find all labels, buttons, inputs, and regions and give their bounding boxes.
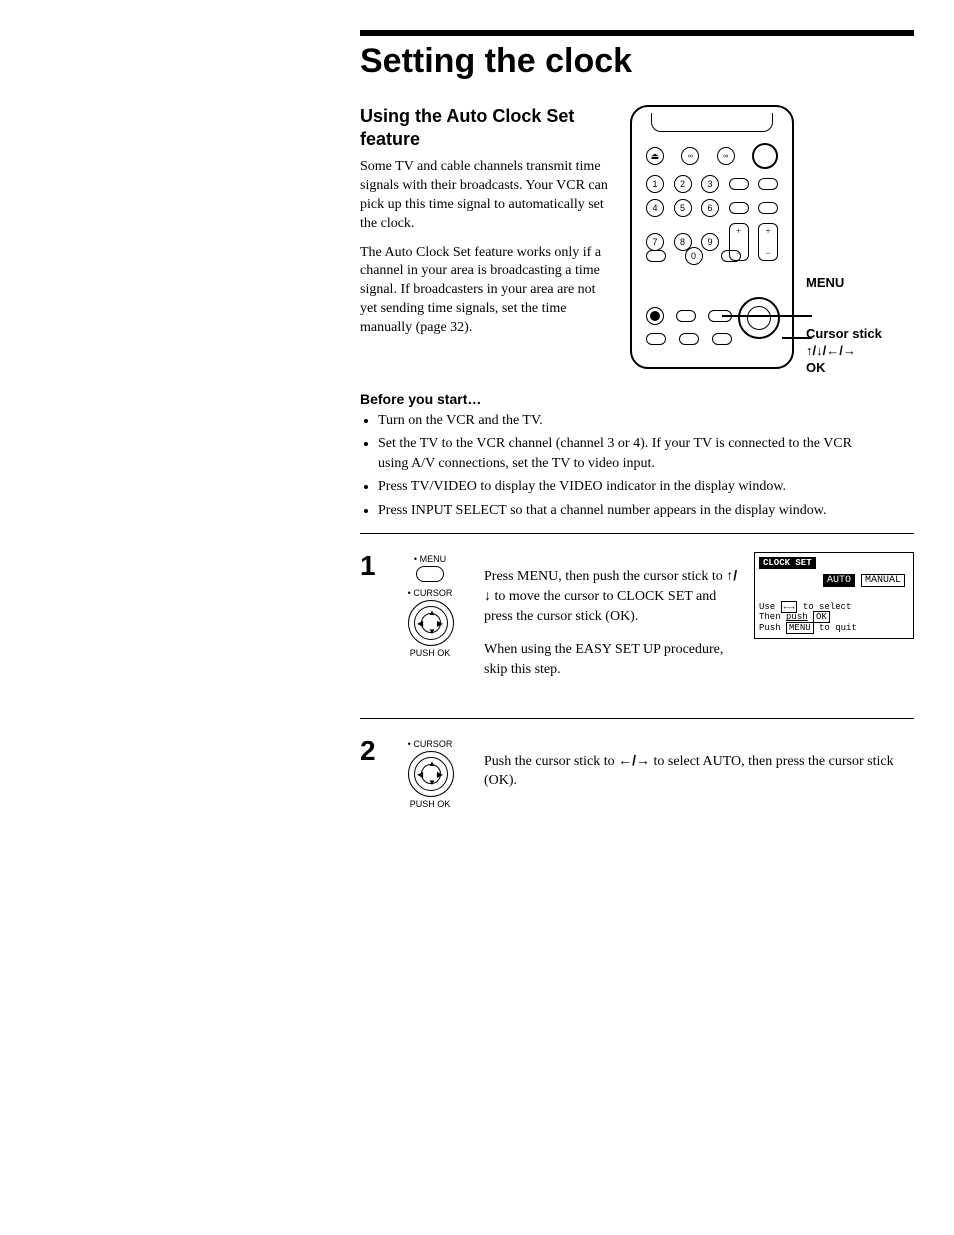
left-right-arrows-icon: ←/→ (618, 752, 650, 768)
step-2: 2 • CURSOR ▲ ▼ ◀ ▶ PUSH OK Push the curs… (360, 729, 914, 821)
menu-icon: MENU (786, 622, 814, 634)
left-right-icon: ←→ (781, 601, 798, 613)
osd-option-auto: AUTO (823, 574, 855, 587)
cursor-stick-icon: ▲ ▼ ◀ ▶ (408, 600, 452, 644)
rec-icon (646, 307, 664, 325)
pill-button (729, 178, 749, 190)
pill-button (676, 310, 696, 322)
step-1: 1 • MENU • CURSOR ▲ ▼ ◀ ▶ PUSH OK Press … (360, 544, 914, 706)
before-start-heading: Before you start… (360, 391, 914, 407)
power-icon (752, 143, 778, 169)
step-number: 1 (360, 552, 390, 580)
pill-button (729, 202, 749, 214)
pill-button (758, 178, 778, 190)
ffwd-icon: ∞ (717, 147, 735, 165)
list-item: Set the TV to the VCR channel (channel 3… (378, 434, 854, 473)
list-item: Turn on the VCR and the TV. (378, 411, 854, 431)
osd-title: CLOCK SET (759, 557, 816, 569)
divider (360, 533, 914, 534)
top-rule (360, 30, 914, 36)
osd-option-manual: MANUAL (861, 574, 905, 587)
cursor-label: • CURSOR (390, 588, 470, 598)
pill-button (712, 333, 732, 345)
cursor-stick-icon: ▲ ▼ ◀ ▶ (408, 751, 452, 795)
remote-callouts: MENU Cursor stick ↑/↓/←/→ OK (806, 105, 882, 377)
cursor-label: • CURSOR (390, 739, 470, 749)
pill-button (646, 333, 666, 345)
section-para: Some TV and cable channels transmit time… (360, 158, 610, 234)
callout-menu: MENU (806, 275, 882, 290)
section-para: The Auto Clock Set feature works only if… (360, 244, 610, 338)
push-ok-label: PUSH OK (390, 799, 470, 809)
menu-button-icon (416, 566, 444, 582)
pill-button (758, 202, 778, 214)
before-start-list: Turn on the VCR and the TV. Set the TV t… (360, 411, 854, 521)
push-ok-label: PUSH OK (390, 648, 470, 658)
osd-help: Use ←→ to select Then push OK Push MENU … (759, 602, 909, 634)
page-title: Setting the clock (360, 42, 914, 81)
eject-icon: ⏏ (646, 147, 664, 165)
step-text: Push the cursor stick to ←/→ to select A… (484, 751, 900, 791)
key-6: 6 (701, 199, 719, 217)
pill-button (646, 250, 666, 262)
key-3: 3 (701, 175, 719, 193)
rewind-icon: ∞ (681, 147, 699, 165)
callout-cursor: Cursor stick (806, 326, 882, 343)
pill-button (679, 333, 699, 345)
key-1: 1 (646, 175, 664, 193)
menu-label: • MENU (390, 554, 470, 564)
callout-cursor-arrows: ↑/↓/←/→ (806, 343, 882, 360)
key-2: 2 (674, 175, 692, 193)
ok-icon: OK (813, 611, 830, 623)
step-text: Press MENU, then push the cursor stick t… (484, 566, 740, 627)
key-5: 5 (674, 199, 692, 217)
section-heading: Using the Auto Clock Set feature (360, 105, 610, 150)
remote-illustration: ⏏ ∞ ∞ 1 2 3 4 5 6 (630, 105, 794, 369)
step-text: When using the EASY SET UP procedure, sk… (484, 640, 740, 679)
key-0: 0 (685, 247, 703, 265)
list-item: Press INPUT SELECT so that a channel num… (378, 501, 854, 521)
list-item: Press TV/VIDEO to display the VIDEO indi… (378, 477, 854, 497)
cursor-stick-icon (738, 297, 780, 339)
step-number: 2 (360, 737, 390, 765)
callout-cursor-ok: OK (806, 360, 882, 377)
osd-screen: CLOCK SET AUTO MANUAL Use ←→ to select T… (754, 552, 914, 639)
pill-button (721, 250, 741, 262)
key-4: 4 (646, 199, 664, 217)
divider (360, 718, 914, 719)
